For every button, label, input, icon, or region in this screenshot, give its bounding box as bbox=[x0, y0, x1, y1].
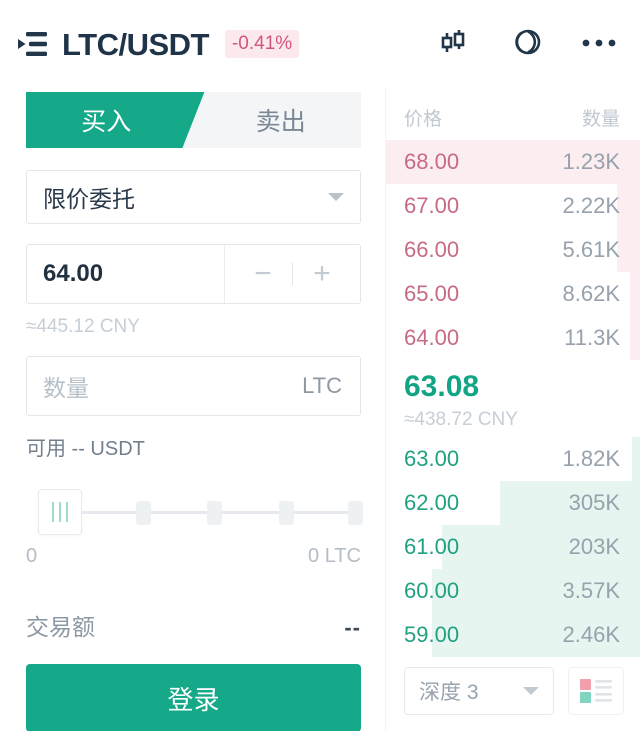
trading-screen: LTC/USDT -0.41% 买入 卖出 限价委托 64.00 − + ≈44… bbox=[0, 0, 640, 731]
order-book-footer: 深度 3 bbox=[386, 667, 640, 731]
order-book-row-ask[interactable]: 67.00 2.22K bbox=[386, 184, 640, 228]
login-button[interactable]: 登录 bbox=[26, 664, 361, 731]
bid-price: 59.00 bbox=[404, 622, 460, 647]
price-decrement-button[interactable]: − bbox=[234, 259, 292, 289]
depth-select[interactable]: 深度 3 bbox=[404, 667, 554, 715]
total-label: 交易额 bbox=[26, 614, 95, 640]
bid-qty: 305K bbox=[568, 490, 620, 515]
slider-min-label: 0 bbox=[26, 545, 38, 567]
bid-qty: 1.82K bbox=[562, 446, 621, 471]
ask-qty: 1.23K bbox=[562, 149, 621, 174]
more-dots-icon[interactable] bbox=[582, 35, 616, 53]
slider-tick-25[interactable] bbox=[136, 501, 151, 525]
last-price-box: 63.08 ≈438.72 CNY bbox=[386, 360, 640, 437]
order-book-header: 价格 数量 bbox=[386, 94, 640, 140]
amount-unit-label: LTC bbox=[302, 373, 342, 398]
order-book-row-bid[interactable]: 62.00 305K bbox=[386, 481, 640, 525]
depth-bar bbox=[632, 437, 640, 481]
app-header: LTC/USDT -0.41% bbox=[0, 0, 640, 88]
ask-qty: 5.61K bbox=[562, 237, 621, 262]
coins-overlap-icon[interactable] bbox=[508, 26, 544, 63]
bid-qty: 203K bbox=[568, 534, 620, 559]
slider-track[interactable] bbox=[48, 511, 349, 514]
order-book: 价格 数量 68.00 1.23K 67.00 2.22K 66.00 5.61… bbox=[385, 88, 640, 731]
bid-qty: 2.46K bbox=[562, 622, 621, 647]
price-field[interactable]: 64.00 − + bbox=[26, 244, 361, 304]
price-change-badge: -0.41% bbox=[224, 30, 300, 58]
price-input[interactable]: 64.00 bbox=[27, 245, 224, 303]
order-form: 买入 卖出 限价委托 64.00 − + ≈445.12 CNY 数量 LTC bbox=[0, 88, 385, 731]
col-qty-label: 数量 bbox=[581, 108, 620, 130]
order-book-row-bid[interactable]: 60.00 3.57K bbox=[386, 569, 640, 613]
slider-labels: 0 0 LTC bbox=[26, 545, 361, 568]
ask-price: 67.00 bbox=[404, 193, 460, 218]
handle-grip-bar bbox=[66, 502, 68, 522]
bid-price: 62.00 bbox=[404, 490, 460, 515]
depth-bar bbox=[617, 228, 640, 272]
pair-title: LTC/USDT bbox=[62, 26, 209, 62]
slider-tick-75[interactable] bbox=[279, 501, 294, 525]
order-book-row-ask[interactable]: 68.00 1.23K bbox=[386, 140, 640, 184]
order-book-row-ask[interactable]: 65.00 8.62K bbox=[386, 272, 640, 316]
amount-input[interactable]: 数量 bbox=[43, 369, 89, 403]
tab-buy[interactable]: 买入 bbox=[26, 92, 205, 148]
bid-rows: 63.00 1.82K 62.00 305K 61.00 203K 60.00 … bbox=[386, 437, 640, 657]
bid-price: 61.00 bbox=[404, 534, 460, 559]
price-stepper: − + bbox=[224, 245, 360, 303]
last-price: 63.08 bbox=[404, 370, 480, 403]
slider-tick-50[interactable] bbox=[207, 501, 222, 525]
order-book-row-bid[interactable]: 61.00 203K bbox=[386, 525, 640, 569]
depth-list-view-icon[interactable] bbox=[568, 667, 624, 715]
total-value: -- bbox=[344, 615, 361, 640]
ask-price: 68.00 bbox=[404, 149, 460, 174]
order-type-select[interactable]: 限价委托 bbox=[26, 170, 361, 224]
ask-price: 66.00 bbox=[404, 237, 460, 262]
depth-bar bbox=[629, 272, 640, 316]
slider-handle[interactable] bbox=[38, 489, 82, 535]
order-book-row-ask[interactable]: 66.00 5.61K bbox=[386, 228, 640, 272]
order-book-row-ask[interactable]: 64.00 11.3K bbox=[386, 316, 640, 360]
price-cny-equivalent: ≈445.12 CNY bbox=[26, 316, 140, 337]
order-type-value: 限价委托 bbox=[43, 186, 135, 212]
total-row: 交易额 -- bbox=[26, 608, 361, 642]
bid-price: 63.00 bbox=[404, 446, 460, 471]
screen-body: 买入 卖出 限价委托 64.00 − + ≈445.12 CNY 数量 LTC bbox=[0, 88, 640, 731]
bid-price: 60.00 bbox=[404, 578, 460, 603]
depth-bar bbox=[629, 316, 640, 360]
tab-sell[interactable]: 卖出 bbox=[182, 92, 361, 148]
bid-qty: 3.57K bbox=[562, 578, 621, 603]
amount-field[interactable]: 数量 LTC bbox=[26, 356, 361, 416]
buy-sell-tabs: 买入 卖出 bbox=[26, 92, 361, 148]
handle-grip-bar bbox=[52, 502, 54, 522]
ask-qty: 11.3K bbox=[564, 325, 620, 350]
ask-price: 64.00 bbox=[404, 325, 460, 350]
depth-select-value: 深度 3 bbox=[419, 681, 479, 704]
ask-rows: 68.00 1.23K 67.00 2.22K 66.00 5.61K 65.0… bbox=[386, 140, 640, 360]
slider-tick-100[interactable] bbox=[348, 501, 363, 525]
ask-qty: 8.62K bbox=[562, 281, 621, 306]
header-actions bbox=[438, 26, 616, 63]
candlestick-chart-icon[interactable] bbox=[438, 26, 470, 63]
order-book-row-bid[interactable]: 63.00 1.82K bbox=[386, 437, 640, 481]
chevron-down-icon bbox=[328, 193, 344, 201]
order-book-row-bid[interactable]: 59.00 2.46K bbox=[386, 613, 640, 657]
handle-grip-bar bbox=[59, 502, 61, 522]
price-increment-button[interactable]: + bbox=[293, 259, 351, 289]
ask-price: 65.00 bbox=[404, 281, 460, 306]
available-balance: 可用 -- USDT bbox=[26, 438, 145, 460]
header-left: LTC/USDT -0.41% bbox=[18, 26, 300, 62]
ask-qty: 2.22K bbox=[562, 193, 621, 218]
depth-bar bbox=[617, 184, 640, 228]
amount-slider[interactable] bbox=[26, 489, 363, 535]
list-arrow-icon[interactable] bbox=[18, 31, 48, 57]
col-price-label: 价格 bbox=[404, 108, 443, 130]
slider-max-label: 0 LTC bbox=[308, 545, 361, 567]
last-price-cny: ≈438.72 CNY bbox=[404, 409, 518, 430]
chevron-down-icon bbox=[523, 687, 539, 695]
